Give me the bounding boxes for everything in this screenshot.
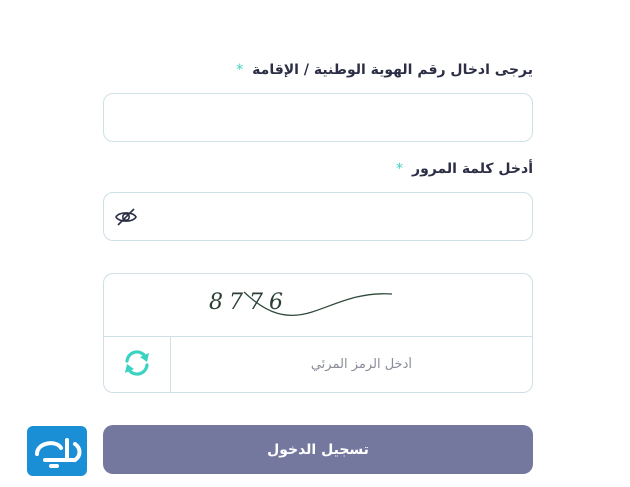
password-field-wrapper — [103, 192, 533, 241]
required-asterisk: * — [236, 62, 244, 78]
refresh-icon — [120, 346, 154, 384]
national-id-label-text: يرجى ادخال رقم الهوية الوطنية / الإقامة — [252, 62, 533, 78]
almrj3-logo — [27, 426, 87, 476]
captcha-input-wrapper — [171, 337, 532, 392]
captcha-image: 8776 — [104, 274, 532, 337]
national-id-label: يرجى ادخال رقم الهوية الوطنية / الإقامة … — [236, 62, 533, 78]
captcha-refresh-button[interactable] — [104, 337, 171, 392]
password-input[interactable] — [104, 193, 532, 240]
national-id-field-wrapper — [103, 93, 533, 142]
eye-slash-icon[interactable] — [114, 205, 138, 229]
required-asterisk: * — [396, 161, 404, 177]
password-label-text: أدخل كلمة المرور — [412, 161, 533, 177]
login-button[interactable]: تسجيل الدخول — [103, 425, 533, 474]
captcha-input[interactable] — [171, 337, 532, 392]
captcha-container: 8776 — [103, 273, 533, 393]
captcha-text: 8776 — [209, 290, 289, 315]
national-id-input[interactable] — [104, 94, 532, 141]
password-label: أدخل كلمة المرور * — [396, 161, 533, 177]
